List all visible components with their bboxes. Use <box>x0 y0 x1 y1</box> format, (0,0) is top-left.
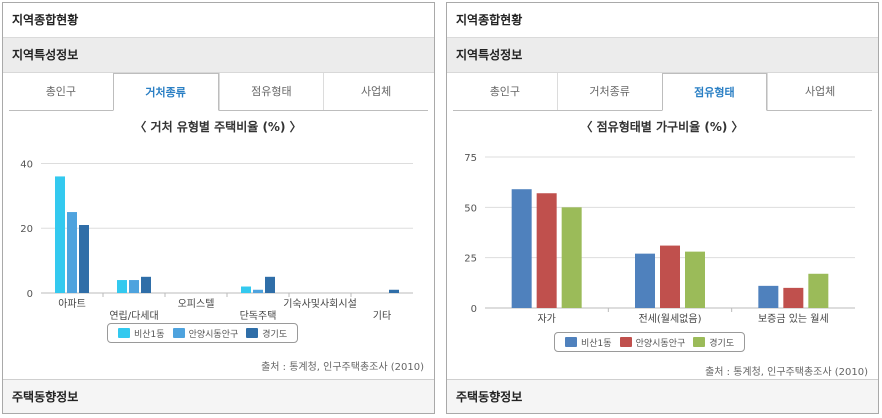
bar <box>141 276 151 293</box>
occupancy-type-chart: 〈 점유형태별 가구비율 (%) 〉 0 25 50 75 자가 전세(월세없음) 보증금 있… <box>447 113 878 378</box>
bar <box>55 176 65 293</box>
x-category-label: 오피스텔 <box>178 298 215 310</box>
tab-bar: 총인구 거처종류 점유형태 사업체 <box>9 73 428 111</box>
legend-item: 안양시동안구 <box>172 327 239 340</box>
legend-swatch <box>246 328 259 338</box>
legend-swatch <box>619 337 632 347</box>
y-tick-label: 20 <box>20 224 33 235</box>
legend-item: 경기도 <box>693 336 734 349</box>
x-category-label: 단독주택 <box>240 310 277 322</box>
legend-label: 안양시동안구 <box>188 329 239 340</box>
legend-item: 비산1동 <box>565 336 612 349</box>
bar <box>808 273 829 308</box>
y-tick-label: 50 <box>464 203 477 214</box>
y-tick-label: 75 <box>464 153 477 164</box>
bar <box>79 225 89 293</box>
bar <box>511 189 532 308</box>
legend-swatch <box>565 337 577 347</box>
bar <box>129 280 139 293</box>
legend-label: 안양시동안구 <box>635 338 686 349</box>
legend-label: 경기도 <box>262 329 288 340</box>
x-category-label: 아파트 <box>58 298 86 310</box>
x-category-label: 전세(월세없음) <box>638 312 701 325</box>
bar <box>117 280 127 293</box>
tab-occupancy-type[interactable]: 점유형태 <box>218 73 324 110</box>
legend-label: 비산1동 <box>581 338 612 349</box>
chart-legend: 비산1동 안양시동안구 경기도 <box>107 323 299 343</box>
source-note: 출처 : 통계청, 인구주택총조사 (2010) <box>705 367 868 378</box>
bar <box>685 251 705 308</box>
legend-swatch <box>118 328 130 338</box>
x-category-label: 보증금 있는 월세 <box>758 313 829 325</box>
chart-title: 〈 점유형태별 가구비율 (%) 〉 <box>580 119 743 134</box>
panel-subheader: 지역특성정보 <box>3 38 434 73</box>
bar <box>253 289 263 293</box>
housing-type-chart: 〈 거처 유형별 주택비율 (%) 〉 0 20 40 아파트연립/다세대 오피스텔단독주… <box>3 113 434 378</box>
left-panel: 지역종합현황 지역특성정보 총인구 거처종류 점유형태 사업체 〈 거처 유형별… <box>2 2 435 414</box>
tab-occupancy-type[interactable]: 점유형태 <box>661 73 768 111</box>
legend-swatch <box>693 337 706 347</box>
bar <box>783 287 804 308</box>
bar <box>758 285 779 308</box>
tab-business[interactable]: 사업체 <box>767 73 872 110</box>
legend-item: 비산1동 <box>118 327 165 340</box>
tab-total-population[interactable]: 총인구 <box>9 73 113 110</box>
legend-label: 비산1동 <box>134 329 165 340</box>
legend-swatch <box>172 328 185 338</box>
panel-header: 지역종합현황 <box>3 3 434 38</box>
source-note: 출처 : 통계청, 인구주택총조사 (2010) <box>261 362 424 373</box>
y-tick-label: 0 <box>471 304 477 315</box>
right-panel: 지역종합현황 지역특성정보 총인구 거처종류 점유형태 사업체 〈 점유형태별 … <box>446 2 879 414</box>
y-tick-label: 25 <box>464 254 477 265</box>
y-tick-label: 40 <box>20 159 33 170</box>
housing-trend-section[interactable]: 주택동향정보 <box>3 379 434 413</box>
bar <box>67 212 77 293</box>
chart-legend: 비산1동 안양시동안구 경기도 <box>554 332 746 352</box>
panel-subheader: 지역특성정보 <box>447 38 878 73</box>
x-category-label: 연립/다세대 <box>109 309 158 322</box>
tab-business[interactable]: 사업체 <box>323 73 428 110</box>
x-category-label: 기타 <box>373 310 391 322</box>
tab-housing-type[interactable]: 거처종류 <box>556 73 662 110</box>
housing-trend-section[interactable]: 주택동향정보 <box>447 379 878 413</box>
x-category-label: 자가 <box>537 313 555 325</box>
bar <box>536 193 557 308</box>
panel-header: 지역종합현황 <box>447 3 878 38</box>
chart-title: 〈 거처 유형별 주택비율 (%) 〉 <box>134 119 301 134</box>
tab-bar: 총인구 거처종류 점유형태 사업체 <box>453 73 872 111</box>
bar <box>265 276 275 293</box>
bar <box>389 289 399 293</box>
legend-item: 경기도 <box>246 327 287 340</box>
legend-label: 경기도 <box>709 338 735 349</box>
bar <box>660 245 680 308</box>
y-tick-label: 0 <box>27 289 33 300</box>
legend-item: 안양시동안구 <box>619 336 686 349</box>
bar <box>561 207 582 308</box>
tab-housing-type[interactable]: 거처종류 <box>112 73 219 111</box>
tab-total-population[interactable]: 총인구 <box>453 73 557 110</box>
bar <box>241 286 251 293</box>
bar <box>635 253 655 308</box>
x-category-label: 기숙사및사회시설 <box>283 298 357 310</box>
